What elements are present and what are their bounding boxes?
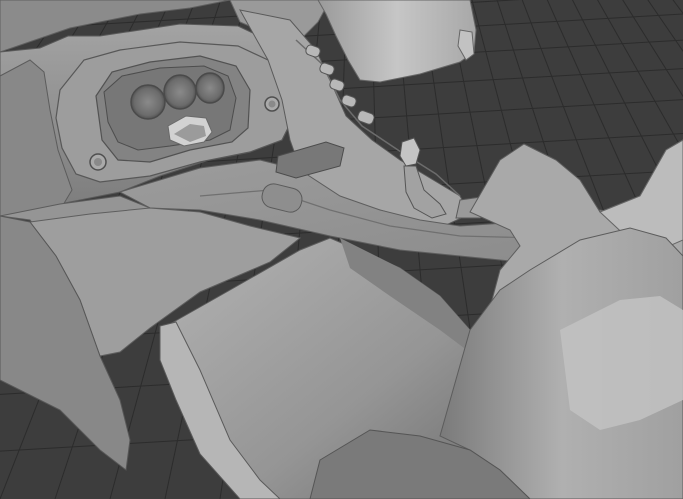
- viewport-canvas[interactable]: [0, 0, 683, 499]
- gauge-left-icon: [130, 84, 166, 120]
- left-vent-knob-inner: [94, 158, 102, 166]
- gauge-right-icon: [195, 72, 225, 104]
- 3d-viewport[interactable]: [0, 0, 683, 499]
- gauge-center-icon: [163, 74, 197, 110]
- right-vent-knob-inner: [268, 100, 276, 108]
- roof-pillar-right: [317, 0, 477, 83]
